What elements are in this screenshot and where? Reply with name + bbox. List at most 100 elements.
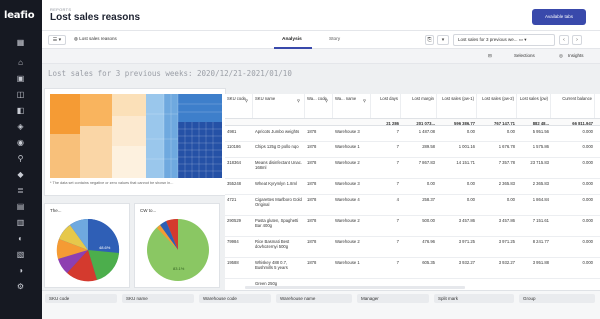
pie-chart-2[interactable]: 83.1% xyxy=(143,217,213,283)
layers-icon[interactable]: ≣ xyxy=(16,186,25,195)
lost-days-cell[interactable]: 7 xyxy=(371,144,399,149)
lost-sales-pw2-cell[interactable]: 1 676.78 xyxy=(477,144,515,149)
next-sheet-button[interactable]: › xyxy=(572,35,582,45)
current-balance-cell[interactable]: 0.000 xyxy=(551,181,593,186)
lost-margin-cell[interactable]: 605.35 xyxy=(401,260,435,265)
sku-name-cell[interactable]: Wheat Kyrymlyn 1.8ml xyxy=(255,181,303,192)
table-row[interactable]: 110186 xyxy=(227,144,253,149)
col-header-current-balance[interactable]: Current balance xyxy=(551,94,595,118)
filter-warehouse-name[interactable]: Warehouse name xyxy=(276,294,352,303)
current-balance-cell[interactable]: 0.000 xyxy=(551,129,593,134)
lost-sales-pw-cell[interactable]: 5 951.56 xyxy=(517,129,549,134)
bookmark-menu-button[interactable]: ▾ xyxy=(437,35,449,45)
warehouse-code-cell[interactable]: 1878 xyxy=(307,260,333,265)
col-header-warehouse-code[interactable]: Wa... code xyxy=(305,94,333,118)
lost-days-cell[interactable]: 7 xyxy=(371,181,399,186)
filter-manager[interactable]: Manager xyxy=(357,294,429,303)
lost-margin-cell[interactable]: 500.00 xyxy=(401,218,435,223)
search-icon[interactable]: ⚲ xyxy=(297,98,300,103)
lost-sales-pw2-cell[interactable]: 3 457.86 xyxy=(477,218,515,223)
lost-sales-pw2-cell[interactable]: 0.00 xyxy=(477,129,515,134)
lost-sales-pw1-cell[interactable]: 3 457.86 xyxy=(437,218,475,223)
lost-sales-pw-cell[interactable]: 8 241.77 xyxy=(517,239,549,244)
current-balance-cell[interactable]: 0.000 xyxy=(551,160,593,165)
lost-days-cell[interactable]: 7 xyxy=(371,160,399,165)
home-icon[interactable]: ⌂ xyxy=(16,58,25,67)
tag-icon[interactable]: ◆ xyxy=(16,170,25,179)
col-header-lost-days[interactable]: Lost days xyxy=(371,94,401,118)
report-icon[interactable]: ◧ xyxy=(16,106,25,115)
gear-icon[interactable]: ⚙ xyxy=(16,282,25,291)
table-row[interactable]: 4721 xyxy=(227,197,253,202)
table-row[interactable]: 4981 xyxy=(227,129,253,134)
table-row[interactable]: 318364 xyxy=(227,160,253,165)
sku-name-cell[interactable]: Chips 125g D pollo nqo xyxy=(255,144,303,155)
warehouse-name-cell[interactable]: Warehouse 3 xyxy=(335,129,369,140)
col-header-sku-code[interactable]: SKU code xyxy=(225,94,253,118)
search-icon[interactable]: ⚲ xyxy=(245,98,248,103)
warehouse-name-cell[interactable]: Warehouse 2 xyxy=(335,218,369,229)
package-icon[interactable]: ▣ xyxy=(16,74,25,83)
available-tabs-button[interactable]: Available tabs xyxy=(532,9,586,25)
sku-name-cell[interactable]: Whiskey 488 0.7, Bushmills 5 years xyxy=(255,260,303,276)
lost-sales-pw1-cell[interactable]: 0.00 xyxy=(437,129,475,134)
lost-sales-pw2-cell[interactable]: 2 365.83 xyxy=(477,181,515,186)
col-header-lost-sales-pw[interactable]: Lost sales (pw) xyxy=(517,94,551,118)
sku-name-cell[interactable]: Rice Basmati Best dovhozernyi 500g xyxy=(255,239,303,255)
sku-name-cell[interactable]: Apricots Jumbo weights xyxy=(255,129,303,140)
col-header-lost-sales-pw1[interactable]: Lost sales (pw-1) xyxy=(437,94,477,118)
warehouse-name-cell[interactable]: Warehouse 2 xyxy=(335,239,369,250)
lost-sales-pw2-cell[interactable]: 7 357.78 xyxy=(477,160,515,165)
warehouse-name-cell[interactable]: Warehouse 1 xyxy=(335,260,369,271)
lost-days-cell[interactable]: 4 xyxy=(371,197,399,202)
current-balance-cell[interactable]: 0.000 xyxy=(551,239,593,244)
lost-days-cell[interactable]: 7 xyxy=(371,129,399,134)
insights-button[interactable]: Insights xyxy=(568,53,584,58)
selections-button[interactable]: Selections xyxy=(514,53,535,58)
warehouse-code-cell[interactable]: 1878 xyxy=(307,218,333,223)
search-icon[interactable]: ⚲ xyxy=(363,98,366,103)
lost-sales-pw1-cell[interactable]: 0.00 xyxy=(437,197,475,202)
rocket-icon[interactable]: ◈ xyxy=(16,122,25,131)
lost-sales-pw2-cell[interactable]: 3 932.27 xyxy=(477,260,515,265)
sku-name-cell[interactable]: Means disinfectant Unac. 168ml xyxy=(255,160,303,176)
warehouse-name-cell[interactable]: Warehouse 2 xyxy=(335,160,369,171)
grid-icon[interactable]: ▦ xyxy=(16,38,25,47)
lost-sales-pw2-cell[interactable]: 3 971.25 xyxy=(477,239,515,244)
current-balance-cell[interactable]: 0.000 xyxy=(551,218,593,223)
warehouse-code-cell[interactable]: 1878 xyxy=(307,181,333,186)
table-row[interactable]: 290529 xyxy=(227,218,253,223)
pie-chart-1[interactable]: 48.6% xyxy=(53,217,123,283)
chart-icon[interactable]: ▧ xyxy=(16,250,25,259)
shield-icon[interactable]: ◐ xyxy=(16,234,25,243)
warehouse-code-cell[interactable]: 1878 xyxy=(307,239,333,244)
lost-sales-pw-cell[interactable]: 7 151.61 xyxy=(517,218,549,223)
sku-name-cell[interactable]: Cigarettes Marlboro Gold Original xyxy=(255,197,303,213)
filter-warehouse-code[interactable]: Warehouse code xyxy=(199,294,271,303)
lost-margin-cell[interactable]: 0.00 xyxy=(401,181,435,186)
treemap-chart[interactable] xyxy=(50,94,222,178)
warehouse-name-cell[interactable]: Warehouse 4 xyxy=(335,197,369,208)
filter-group[interactable]: Group xyxy=(519,294,595,303)
lost-sales-pw-cell[interactable]: 1 864.84 xyxy=(517,197,549,202)
tab-story[interactable]: Story xyxy=(329,37,340,42)
search-icon[interactable]: ⚲ xyxy=(325,98,328,103)
cart-icon[interactable]: ◫ xyxy=(16,90,25,99)
lost-margin-cell[interactable]: 476.96 xyxy=(401,239,435,244)
warehouse-code-cell[interactable]: 1878 xyxy=(307,129,333,134)
lost-sales-pw-cell[interactable]: 2 365.83 xyxy=(517,181,549,186)
bookmark-button[interactable]: ⎘ xyxy=(425,35,434,45)
table-row[interactable]: 19588 xyxy=(227,260,253,265)
list-icon[interactable]: ◑ xyxy=(16,266,25,275)
lost-sales-pw1-cell[interactable]: 1 001.16 xyxy=(437,144,475,149)
warehouse-code-cell[interactable]: 1878 xyxy=(307,197,333,202)
sku-name-cell[interactable]: Pasta gluten, Spaghetti Bar 400g xyxy=(255,218,303,234)
lost-margin-cell[interactable]: 1 487.08 xyxy=(401,129,435,134)
lock-icon[interactable]: ◉ xyxy=(16,138,25,147)
lost-margin-cell[interactable]: 258.37 xyxy=(401,197,435,202)
lost-sales-pw2-cell[interactable]: 0.00 xyxy=(477,197,515,202)
current-balance-cell[interactable]: 0.000 xyxy=(551,197,593,202)
search-icon[interactable]: ⚲ xyxy=(16,154,25,163)
warehouse-name-cell[interactable]: Warehouse 1 xyxy=(335,144,369,155)
sheet-select[interactable]: Lost sales for 3 previous we... ▭ ▾ xyxy=(453,34,555,46)
